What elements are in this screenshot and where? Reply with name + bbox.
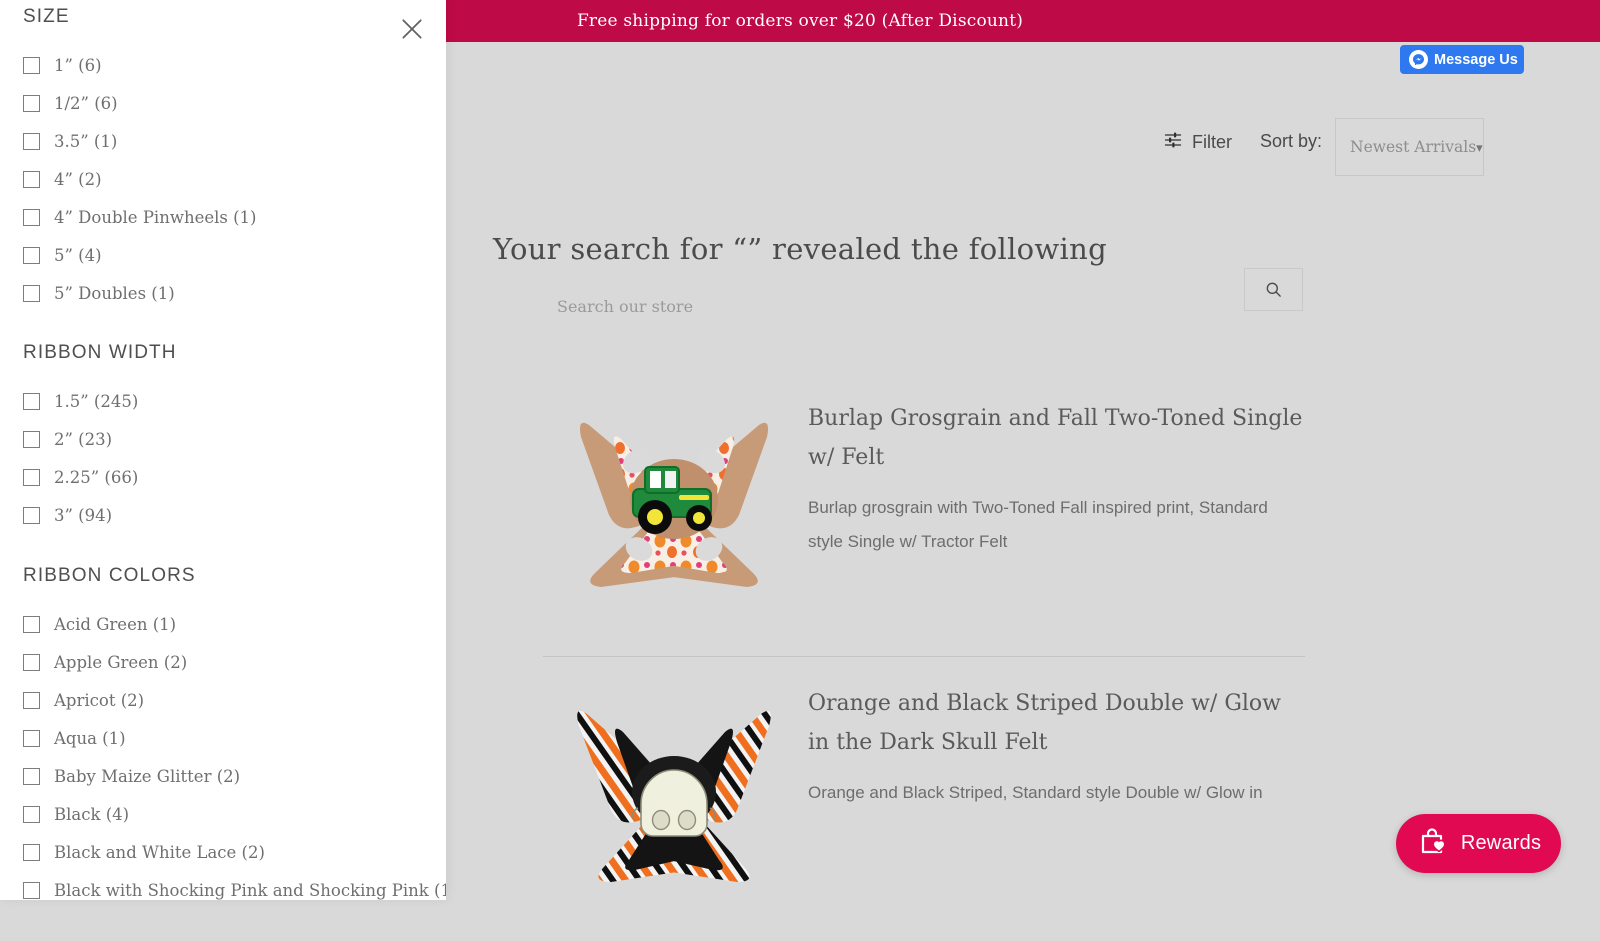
message-us-button[interactable]: Message Us [1400, 45, 1524, 74]
chevron-down-icon: ▾ [1476, 139, 1483, 155]
message-us-label: Message Us [1434, 51, 1518, 68]
sort-by-select[interactable]: Newest Arrivals ▾ [1335, 118, 1484, 176]
filter-option[interactable]: 3” (94) [23, 496, 177, 534]
checkbox-icon[interactable] [23, 729, 40, 747]
checkbox-icon[interactable] [23, 94, 40, 112]
sort-by-value: Newest Arrivals [1350, 138, 1477, 156]
filter-option[interactable]: 1.5” (245) [23, 382, 177, 420]
filter-option[interactable]: 5” Doubles (1) [23, 274, 256, 312]
filter-option-label: 2” (23) [54, 429, 113, 449]
filter-option[interactable]: 4” (2) [23, 160, 256, 198]
filter-option-label: 3” (94) [54, 505, 113, 525]
filter-option[interactable]: 2” (23) [23, 420, 177, 458]
filter-option[interactable]: Black with Shocking Pink and Shocking Pi… [23, 871, 446, 900]
filter-option[interactable]: Baby Maize Glitter (2) [23, 757, 446, 795]
filter-option[interactable]: 1” (6) [23, 46, 256, 84]
checkbox-icon[interactable] [23, 392, 40, 410]
close-icon [402, 19, 422, 39]
filter-option-label: Black (4) [54, 804, 130, 824]
product-description: Burlap grosgrain with Two-Toned Fall ins… [808, 498, 1268, 551]
checkbox-icon[interactable] [23, 691, 40, 709]
product-description: Orange and Black Striped, Standard style… [808, 783, 1263, 802]
checkbox-icon[interactable] [23, 881, 40, 899]
checkbox-icon[interactable] [23, 468, 40, 486]
product-item[interactable]: Burlap Grosgrain and Fall Two-Toned Sing… [543, 372, 1305, 656]
filter-option[interactable]: 1/2” (6) [23, 84, 256, 122]
filter-option-label: 1.5” (245) [54, 391, 139, 411]
filter-option-label: 4” (2) [54, 169, 102, 189]
filter-option-label: Apricot (2) [54, 690, 145, 710]
checkbox-icon[interactable] [23, 246, 40, 264]
rewards-button[interactable]: Rewards [1396, 814, 1561, 873]
filter-option-list: 1” (6) 1/2” (6) 3.5” (1) 4” (2) 4” Doubl… [23, 46, 256, 312]
filter-option-label: 1/2” (6) [54, 93, 118, 113]
filter-option-label: Acid Green (1) [54, 614, 177, 634]
filter-option[interactable]: Black and White Lace (2) [23, 833, 446, 871]
filter-option-label: 3.5” (1) [54, 131, 118, 151]
checkbox-icon[interactable] [23, 56, 40, 74]
checkbox-icon[interactable] [23, 170, 40, 188]
store-search-row [543, 268, 1303, 326]
product-image[interactable] [543, 372, 805, 622]
filter-label: Filter [1192, 132, 1232, 152]
filter-option[interactable]: Aqua (1) [23, 719, 446, 757]
filter-option-label: 2.25” (66) [54, 467, 139, 487]
checkbox-icon[interactable] [23, 805, 40, 823]
filter-drawer: SIZE 1” (6) 1/2” (6) 3.5” (1) 4” (2) 4” … [0, 0, 446, 900]
filter-group-ribbon-colors: RIBBON COLORS Acid Green (1) Apple Green… [0, 565, 446, 900]
search-icon [1266, 282, 1281, 297]
rewards-label: Rewards [1460, 832, 1542, 854]
filter-button[interactable]: Filter [1163, 130, 1232, 155]
filter-group-title: SIZE [23, 6, 70, 27]
product-image[interactable] [543, 657, 805, 907]
filter-option-list: 1.5” (245) 2” (23) 2.25” (66) 3” (94) [23, 382, 177, 534]
filter-option[interactable]: 5” (4) [23, 236, 256, 274]
search-submit-button[interactable] [1244, 268, 1303, 311]
checkbox-icon[interactable] [23, 615, 40, 633]
filter-option[interactable]: Black (4) [23, 795, 446, 833]
checkbox-icon[interactable] [23, 767, 40, 785]
filter-option[interactable]: Acid Green (1) [23, 605, 446, 643]
sort-by-label: Sort by: [1260, 131, 1323, 151]
filter-option-label: 1” (6) [54, 55, 102, 75]
filter-option-label: 4” Double Pinwheels (1) [54, 207, 257, 227]
filter-option[interactable]: 3.5” (1) [23, 122, 256, 160]
filter-group-title: RIBBON WIDTH [23, 342, 177, 363]
product-list: Burlap Grosgrain and Fall Two-Toned Sing… [543, 372, 1305, 941]
filter-option-label: Black and White Lace (2) [54, 842, 265, 862]
checkbox-icon[interactable] [23, 132, 40, 150]
checkbox-icon[interactable] [23, 653, 40, 671]
checkbox-icon[interactable] [23, 506, 40, 524]
checkbox-icon[interactable] [23, 284, 40, 302]
announcement-text: Free shipping for orders over $20 (After… [576, 11, 1024, 31]
filter-option[interactable]: 4” Double Pinwheels (1) [23, 198, 256, 236]
filter-option[interactable]: Apricot (2) [23, 681, 446, 719]
filter-group-title: RIBBON COLORS [23, 565, 196, 586]
close-drawer-button[interactable] [395, 12, 429, 46]
filter-option-label: 5” Doubles (1) [54, 283, 175, 303]
checkbox-icon[interactable] [23, 843, 40, 861]
product-info: Burlap Grosgrain and Fall Two-Toned Sing… [805, 372, 1305, 559]
filter-option-label: 5” (4) [54, 245, 102, 265]
filter-option-label: Aqua (1) [54, 728, 126, 748]
product-title[interactable]: Orange and Black Striped Double w/ Glow … [808, 685, 1305, 762]
shopping-bag-heart-icon [1416, 825, 1448, 862]
search-input[interactable] [543, 286, 1233, 326]
filter-group-size: SIZE 1” (6) 1/2” (6) 3.5” (1) 4” (2) 4” … [0, 6, 256, 312]
sliders-icon [1163, 130, 1183, 155]
filter-option[interactable]: Apple Green (2) [23, 643, 446, 681]
checkbox-icon[interactable] [23, 208, 40, 226]
product-info: Orange and Black Striped Double w/ Glow … [805, 657, 1305, 810]
filter-option-label: Baby Maize Glitter (2) [54, 766, 241, 786]
filter-option-list: Acid Green (1) Apple Green (2) Apricot (… [23, 605, 446, 900]
filter-option[interactable]: 2.25” (66) [23, 458, 177, 496]
checkbox-icon[interactable] [23, 430, 40, 448]
messenger-icon [1409, 50, 1428, 69]
product-item[interactable]: Orange and Black Striped Double w/ Glow … [543, 657, 1305, 941]
product-title[interactable]: Burlap Grosgrain and Fall Two-Toned Sing… [808, 400, 1305, 477]
filter-option-label: Black with Shocking Pink and Shocking Pi… [54, 880, 446, 900]
filter-group-ribbon-width: RIBBON WIDTH 1.5” (245) 2” (23) 2.25” (6… [0, 342, 177, 534]
filter-option-label: Apple Green (2) [54, 652, 188, 672]
